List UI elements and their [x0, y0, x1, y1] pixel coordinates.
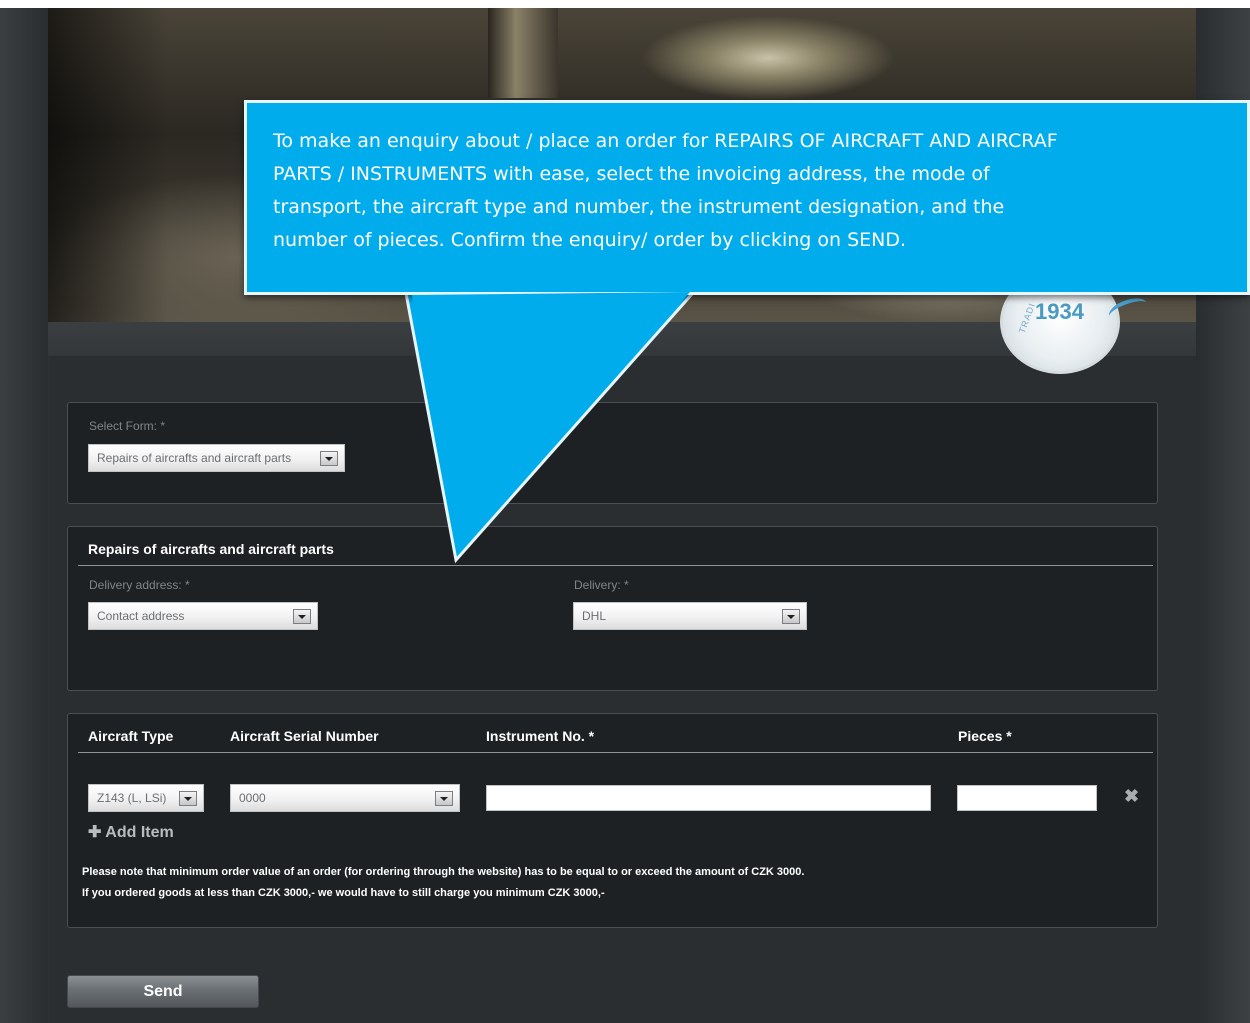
serial-number-dropdown[interactable]: 0000	[230, 784, 460, 812]
top-border	[0, 0, 1250, 8]
header-instrument-no: Instrument No. *	[486, 728, 595, 744]
header-pieces: Pieces *	[958, 728, 1012, 744]
delivery-address-dropdown[interactable]: Contact address	[88, 602, 318, 630]
delivery-dropdown[interactable]: DHL	[573, 602, 807, 630]
minimum-order-note-2: If you ordered goods at less than CZK 30…	[82, 887, 605, 899]
select-form-dropdown[interactable]: Repairs of aircrafts and aircraft parts	[88, 444, 345, 472]
select-form-label: Select Form: *	[89, 419, 166, 433]
delivery-value: DHL	[582, 609, 607, 623]
chevron-down-icon[interactable]	[320, 451, 338, 466]
remove-item-icon[interactable]: ✖	[1124, 786, 1139, 807]
select-form-panel: Select Form: * Repairs of aircrafts and …	[67, 402, 1158, 504]
instrument-no-input[interactable]	[486, 785, 931, 811]
add-item-label: Add Item	[105, 824, 174, 841]
add-item-button[interactable]: ✚ Add Item	[88, 822, 174, 842]
machine-tool-graphic	[488, 8, 558, 98]
section-title: Repairs of aircrafts and aircraft parts	[88, 541, 334, 557]
page: TRADI 1934 Select Form: * Repairs of air…	[0, 0, 1250, 1023]
plus-icon: ✚	[88, 824, 102, 841]
badge-year: 1934	[1035, 299, 1084, 324]
select-form-value: Repairs of aircrafts and aircraft parts	[97, 451, 292, 465]
minimum-order-note-1: Please note that minimum order value of …	[82, 866, 805, 878]
send-button[interactable]: Send	[67, 975, 259, 1008]
items-panel: Aircraft Type Aircraft Serial Number Ins…	[67, 713, 1158, 928]
chevron-down-icon[interactable]	[435, 791, 453, 806]
chevron-down-icon[interactable]	[293, 609, 311, 624]
chevron-down-icon[interactable]	[782, 609, 800, 624]
chevron-down-icon[interactable]	[179, 791, 197, 806]
header-aircraft-type: Aircraft Type	[88, 728, 174, 744]
left-margin	[0, 8, 48, 1023]
delivery-address-value: Contact address	[97, 609, 185, 623]
serial-number-value: 0000	[239, 791, 266, 805]
delivery-label: Delivery: *	[574, 578, 629, 592]
aircraft-type-dropdown[interactable]: Z143 (L, LSi)	[88, 784, 204, 812]
table-header-divider	[78, 752, 1153, 753]
header-serial-number: Aircraft Serial Number	[230, 728, 379, 744]
aircraft-type-value: Z143 (L, LSi)	[97, 791, 167, 805]
pieces-input[interactable]	[957, 785, 1097, 811]
repairs-section-panel: Repairs of aircrafts and aircraft parts …	[67, 526, 1158, 691]
delivery-address-label: Delivery address: *	[89, 578, 190, 592]
tooltip-text: To make an enquiry about / place an orde…	[273, 130, 1058, 251]
tooltip-callout: To make an enquiry about / place an orde…	[244, 100, 1250, 295]
section-divider	[78, 565, 1153, 566]
